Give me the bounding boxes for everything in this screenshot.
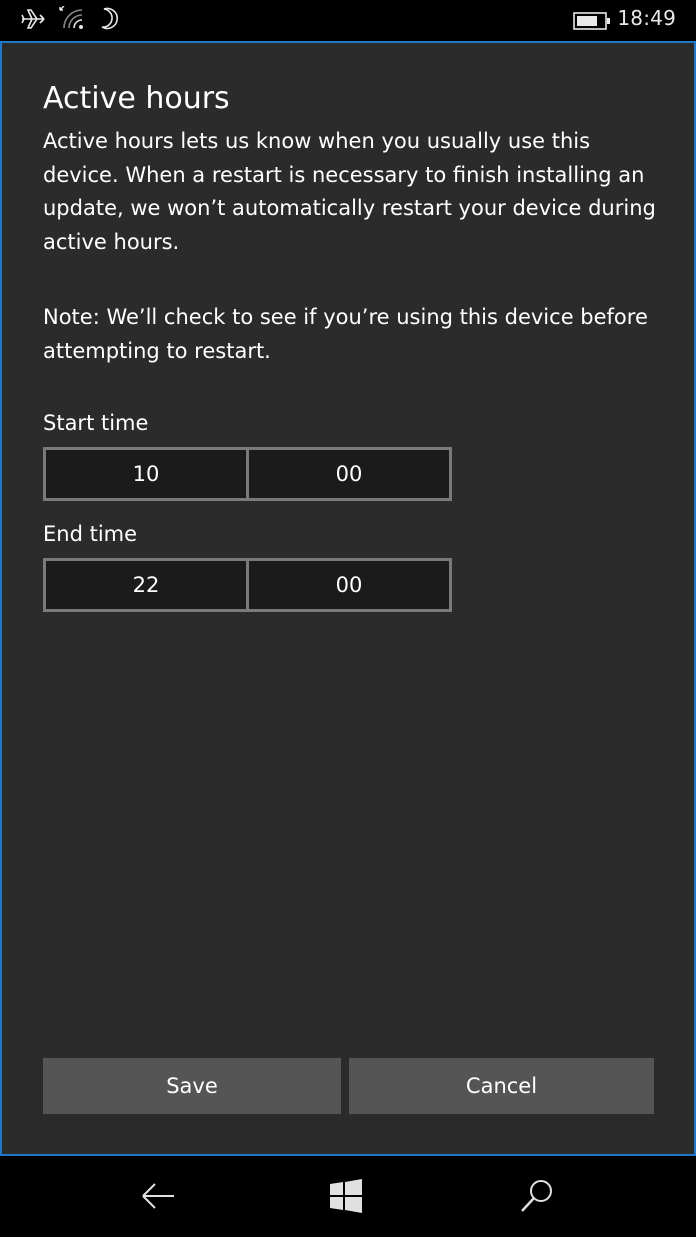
- dialog-note: Note: We’ll check to see if you’re using…: [43, 305, 648, 363]
- end-minute-field[interactable]: 00: [246, 561, 449, 609]
- battery-icon: [573, 12, 611, 34]
- save-button[interactable]: Save: [43, 1058, 341, 1114]
- airplane-icon: [20, 6, 48, 32]
- wifi-icon: [58, 6, 86, 32]
- navigation-bar: [0, 1156, 696, 1237]
- windows-start-icon[interactable]: [321, 1176, 371, 1216]
- start-time-picker[interactable]: 10 00: [43, 447, 452, 501]
- status-clock: 18:49: [617, 6, 676, 30]
- end-time-picker[interactable]: 22 00: [43, 558, 452, 612]
- active-hours-dialog: Active hours Active hours lets us know w…: [0, 41, 696, 1156]
- search-icon[interactable]: [512, 1176, 562, 1216]
- end-time-label: End time: [43, 522, 138, 546]
- back-arrow-icon[interactable]: [133, 1176, 183, 1216]
- cancel-button[interactable]: Cancel: [349, 1058, 654, 1114]
- end-hour-field[interactable]: 22: [46, 561, 246, 609]
- start-time-label: Start time: [43, 411, 149, 435]
- start-hour-field[interactable]: 10: [46, 450, 246, 498]
- status-bar: 18:49: [0, 0, 696, 40]
- dialog-title: Active hours: [43, 81, 230, 116]
- dialog-description: Active hours lets us know when you usual…: [43, 129, 656, 254]
- moon-icon: [98, 6, 122, 32]
- start-minute-field[interactable]: 00: [246, 450, 449, 498]
